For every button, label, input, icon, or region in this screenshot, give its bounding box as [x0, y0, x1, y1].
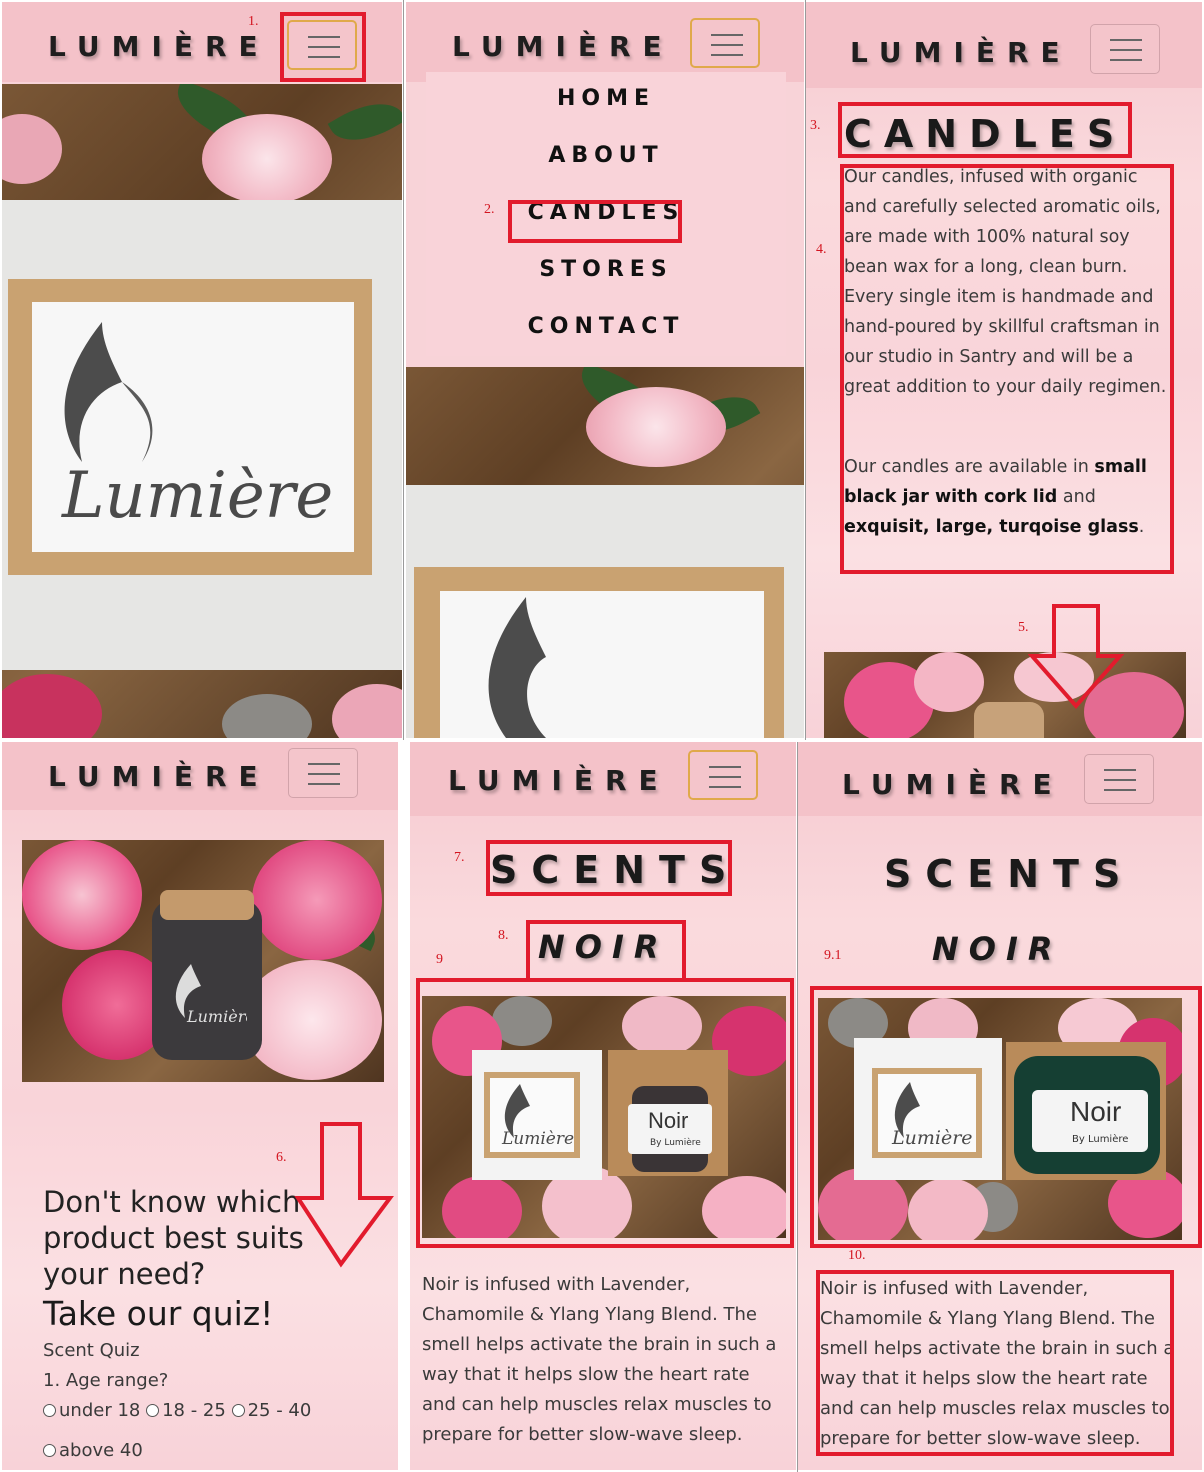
scroll-down-arrow-icon — [1028, 604, 1124, 710]
nav-item-contact[interactable]: CONTACT — [426, 314, 786, 339]
hero-image: Lumière — [2, 84, 402, 738]
lumiere-logo-icon: Lumière — [61, 322, 333, 533]
annotation-box-scent-name — [526, 920, 686, 982]
hamburger-menu-button[interactable] — [690, 18, 760, 68]
quiz-options: under 18 18 - 25 25 - 40 — [43, 1400, 383, 1421]
annotation-number: 9.1 — [824, 948, 842, 963]
quiz-question-1: 1. Age range? — [43, 1370, 169, 1391]
panel-home: LUMIÈRE Lumière 1. — [2, 2, 402, 738]
brand-logo[interactable]: LUMIÈRE — [452, 30, 674, 63]
annotation-number: 2. — [484, 202, 495, 217]
brand-logo[interactable]: LUMIÈRE — [850, 36, 1072, 69]
product-image: Lumière — [22, 840, 384, 1082]
age-option-above-40[interactable]: above 40 — [43, 1440, 143, 1461]
logo-script-text: Lumière — [61, 459, 333, 533]
navbar: LUMIÈRE — [406, 2, 804, 82]
panel-divider — [797, 742, 798, 1472]
annotation-number: 6. — [276, 1150, 287, 1165]
annotation-box-scents-heading — [486, 840, 732, 896]
panel-scents-large: LUMIÈRE SCENTS NOIR Lumière Noir By Lumi… — [798, 742, 1202, 1470]
quiz-prompt: Don't know which product best suits your… — [43, 1185, 304, 1291]
quiz-cta[interactable]: Take our quiz! — [43, 1294, 273, 1333]
nav-item-about[interactable]: ABOUT — [426, 143, 786, 168]
brand-logo[interactable]: LUMIÈRE — [48, 30, 270, 63]
radio-icon[interactable] — [146, 1404, 160, 1417]
hamburger-menu-button[interactable] — [688, 750, 758, 800]
hamburger-menu-button[interactable] — [1084, 754, 1154, 804]
age-option-18-25[interactable]: 18 - 25 — [146, 1400, 226, 1421]
annotation-box-description — [840, 164, 1174, 574]
radio-icon[interactable] — [43, 1404, 56, 1417]
navbar: LUMIÈRE — [806, 2, 1202, 88]
quiz-options-row-2: above 40 — [43, 1440, 143, 1461]
annotation-number: 8. — [498, 928, 509, 943]
annotation-number: 10. — [848, 1248, 866, 1263]
brand-logo[interactable]: LUMIÈRE — [448, 764, 670, 797]
logo-script-text: Lumière — [186, 1007, 247, 1026]
navbar: LUMIÈRE — [2, 742, 398, 810]
panel-divider — [805, 0, 806, 740]
age-option-under-18[interactable]: under 18 — [43, 1400, 140, 1421]
radio-icon[interactable] — [43, 1444, 56, 1457]
scents-heading: SCENTS — [884, 852, 1135, 896]
nav-item-home[interactable]: HOME — [426, 86, 786, 111]
panel-candles: LUMIÈRE CANDLES Our candles, infused wit… — [806, 2, 1202, 738]
annotation-box-scent-description — [816, 1270, 1174, 1456]
annotation-number: 5. — [1018, 620, 1029, 635]
brand-logo[interactable]: LUMIÈRE — [842, 768, 1064, 801]
scroll-down-arrow-icon — [294, 1122, 394, 1268]
annotation-number: 9 — [436, 952, 443, 967]
panel-scents-small: LUMIÈRE SCENTS NOIR Lumière Noir By Lumi… — [410, 742, 796, 1470]
annotation-number: 4. — [816, 242, 827, 257]
hero-image — [406, 367, 804, 738]
radio-icon[interactable] — [231, 1404, 245, 1417]
panel-quiz: LUMIÈRE Lumière Don't know which product… — [2, 742, 398, 1470]
scent-name: NOIR — [932, 930, 1063, 968]
product-image — [824, 652, 1186, 738]
lumiere-logo-icon: Lumière — [175, 964, 247, 1026]
annotation-box-candles-link — [508, 200, 682, 243]
panel-divider — [403, 0, 404, 740]
lumiere-logo-icon — [488, 597, 546, 738]
scent-description: Noir is infused with Lavender, Chamomile… — [422, 1274, 777, 1445]
age-option-25-40[interactable]: 25 - 40 — [231, 1400, 311, 1421]
navbar: LUMIÈRE — [410, 742, 796, 816]
annotation-box-product-image — [810, 986, 1202, 1248]
panel-menu-open: LUMIÈRE HOME ABOUT CANDLES STORES CONTAC… — [406, 2, 804, 738]
hamburger-menu-button[interactable] — [1090, 24, 1160, 74]
annotation-number: 7. — [454, 850, 465, 865]
annotation-box-hamburger — [280, 12, 366, 82]
annotation-box-product-image — [416, 978, 794, 1248]
nav-item-stores[interactable]: STORES — [426, 257, 786, 282]
brand-logo[interactable]: LUMIÈRE — [48, 760, 270, 793]
annotation-number: 3. — [810, 118, 821, 133]
annotation-number: 1. — [248, 14, 259, 29]
annotation-box-heading — [838, 102, 1132, 158]
navbar: LUMIÈRE — [798, 742, 1202, 816]
quiz-title: Scent Quiz — [43, 1340, 140, 1361]
hamburger-menu-button[interactable] — [288, 748, 358, 798]
